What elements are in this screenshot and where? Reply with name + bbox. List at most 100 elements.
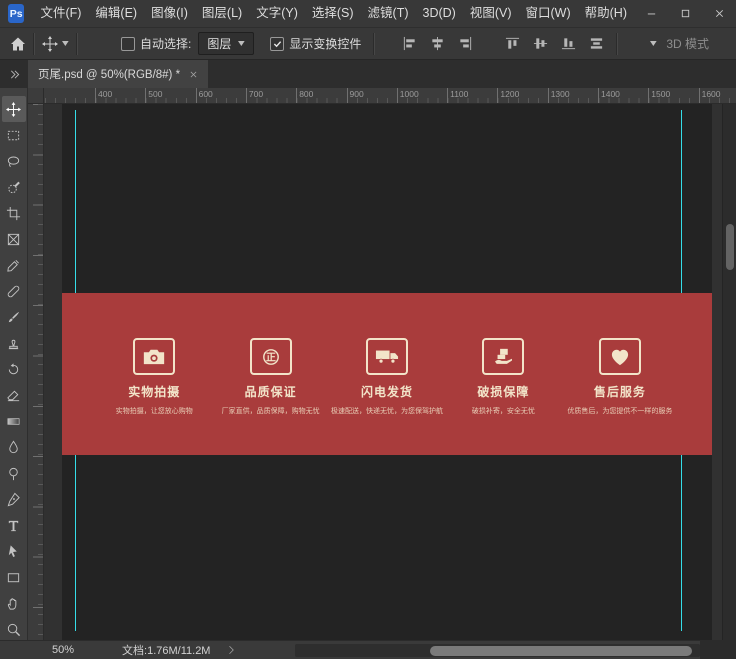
ruler-corner — [28, 88, 44, 104]
menu-item-6[interactable]: 滤镜(T) — [361, 0, 416, 27]
brush-tool[interactable] — [2, 304, 26, 330]
history-brush-tool[interactable] — [2, 356, 26, 382]
photoshop-logo-icon: Ps — [8, 4, 24, 23]
service-item-0: 实物拍摄实物拍摄，让您放心购物 — [96, 338, 212, 416]
align-right-icon[interactable] — [458, 36, 473, 51]
chevron-down-icon[interactable] — [62, 41, 69, 46]
title-bar: Ps 文件(F)编辑(E)图像(I)图层(L)文字(Y)选择(S)滤镜(T)3D… — [0, 0, 736, 28]
heart-icon — [599, 338, 641, 375]
tab-close-icon[interactable] — [189, 70, 198, 79]
eraser-tool[interactable] — [2, 382, 26, 408]
path-selection-tool[interactable] — [2, 538, 26, 564]
quick-selection-tool[interactable] — [2, 174, 26, 200]
align-top-icon[interactable] — [505, 36, 520, 51]
menu-item-10[interactable]: 帮助(H) — [578, 0, 634, 27]
vertical-ruler[interactable] — [28, 104, 44, 640]
move-tool[interactable] — [2, 96, 26, 122]
ruler-tick-label: 1600 — [699, 88, 721, 103]
clone-stamp-tool[interactable] — [2, 330, 26, 356]
truck-icon — [366, 338, 408, 375]
spot-healing-brush-tool[interactable] — [2, 278, 26, 304]
align-bottom-icon[interactable] — [561, 36, 576, 51]
eyedropper-tool[interactable] — [2, 252, 26, 278]
divider — [33, 33, 35, 55]
service-item-3: 破损保障破损补寄，安全无忧 — [445, 338, 561, 416]
search-icon[interactable] — [631, 36, 647, 52]
menu-item-5[interactable]: 选择(S) — [305, 0, 361, 27]
menu-item-1[interactable]: 编辑(E) — [88, 0, 144, 27]
status-bar: 50% 文档:1.76M/11.2M — [0, 640, 736, 659]
distribute-icon[interactable] — [589, 36, 604, 51]
blur-tool[interactable] — [2, 434, 26, 460]
auto-select-label: 自动选择: — [140, 35, 191, 52]
zoom-level[interactable]: 50% — [52, 644, 74, 656]
close-button[interactable] — [702, 0, 736, 27]
document-tab-title: 页尾.psd @ 50%(RGB/8#) * — [38, 66, 180, 82]
lasso-tool[interactable] — [2, 148, 26, 174]
menu-item-3[interactable]: 图层(L) — [195, 0, 249, 27]
camera-icon — [133, 338, 175, 375]
chevron-down-icon — [238, 41, 245, 46]
horizontal-ruler[interactable]: 4005006007008009001000110012001300140015… — [44, 88, 736, 104]
zoom-tool[interactable] — [2, 616, 26, 640]
chevron-down-icon[interactable] — [650, 41, 657, 46]
ruler-tick-label: 1300 — [548, 88, 570, 103]
double-chevron-icon[interactable] — [0, 60, 28, 88]
hand-tool[interactable] — [2, 590, 26, 616]
move-tool-preset-icon[interactable] — [42, 36, 58, 52]
horizontal-scrollbar-thumb[interactable] — [430, 646, 692, 656]
service-subtitle: 极速配送，快递无忧，为您保驾护航 — [329, 406, 445, 416]
svg-text:正: 正 — [266, 351, 276, 363]
statusbar-corner — [700, 641, 736, 659]
type-tool[interactable] — [2, 512, 26, 538]
menu-item-8[interactable]: 视图(V) — [463, 0, 519, 27]
show-transform-checkbox[interactable] — [270, 37, 284, 51]
menu-item-7[interactable]: 3D(D) — [416, 0, 463, 27]
menu-item-0[interactable]: 文件(F) — [33, 0, 88, 27]
maximize-button[interactable] — [668, 0, 702, 27]
tab-bar: 页尾.psd @ 50%(RGB/8#) * — [0, 60, 736, 88]
home-icon[interactable] — [10, 36, 26, 52]
mode-3d-label[interactable]: 3D 模式 — [666, 35, 709, 52]
auto-select-target-dropdown[interactable]: 图层 — [198, 32, 254, 55]
menu-item-2[interactable]: 图像(I) — [144, 0, 195, 27]
align-group-horizontal — [402, 36, 473, 51]
align-left-icon[interactable] — [402, 36, 417, 51]
photoshop-window: Ps 文件(F)编辑(E)图像(I)图层(L)文字(Y)选择(S)滤镜(T)3D… — [0, 0, 736, 659]
service-title: 售后服务 — [562, 383, 678, 400]
service-item-1: 正品质保证厂家直供，品质保障，购物无忧 — [212, 338, 328, 416]
badge-icon: 正 — [250, 338, 292, 375]
ruler-tick-label: 1400 — [598, 88, 620, 103]
ruler-tick-label: 500 — [145, 88, 162, 103]
document-canvas[interactable]: 实物拍摄实物拍摄，让您放心购物正品质保证厂家直供，品质保障，购物无忧闪电发货极速… — [62, 104, 712, 640]
crop-tool[interactable] — [2, 200, 26, 226]
tool-bar — [0, 88, 28, 640]
options-bar: 自动选择: 图层 显示变换控件 3D 模式 — [0, 28, 736, 60]
dodge-tool[interactable] — [2, 460, 26, 486]
align-group-vertical — [505, 36, 604, 51]
vertical-scrollbar-thumb[interactable] — [726, 224, 734, 270]
document-info: 文档:1.76M/11.2M — [122, 642, 210, 658]
vertical-scrollbar[interactable] — [722, 104, 736, 640]
minimize-button[interactable] — [634, 0, 668, 27]
status-chevron-icon[interactable] — [228, 645, 234, 655]
frame-tool[interactable] — [2, 226, 26, 252]
gradient-tool[interactable] — [2, 408, 26, 434]
ruler-tick-label: 900 — [347, 88, 364, 103]
rectangular-marquee-tool[interactable] — [2, 122, 26, 148]
auto-select-checkbox[interactable] — [121, 37, 135, 51]
package-icon — [482, 338, 524, 375]
align-middle-icon[interactable] — [533, 36, 548, 51]
service-subtitle: 优质售后，为您提供不一样的服务 — [562, 406, 678, 416]
ruler-tick-label: 400 — [95, 88, 112, 103]
menu-item-9[interactable]: 窗口(W) — [519, 0, 578, 27]
divider — [616, 33, 618, 55]
menu-item-4[interactable]: 文字(Y) — [249, 0, 305, 27]
window-controls — [634, 0, 736, 27]
align-center-icon[interactable] — [430, 36, 445, 51]
ruler-tick-label: 700 — [246, 88, 263, 103]
rectangle-tool[interactable] — [2, 564, 26, 590]
pen-tool[interactable] — [2, 486, 26, 512]
horizontal-scrollbar[interactable] — [295, 644, 700, 657]
document-tab[interactable]: 页尾.psd @ 50%(RGB/8#) * — [28, 60, 208, 88]
